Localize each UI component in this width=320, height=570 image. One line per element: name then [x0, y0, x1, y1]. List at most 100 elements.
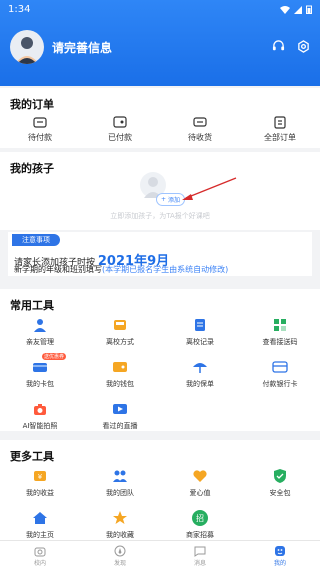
orders-row: 待付款 已付款 待收货 全部订单	[0, 115, 320, 143]
plus-icon: +	[161, 196, 167, 203]
tool-label: 亲友管理	[26, 338, 54, 346]
notice-line-2-note: (本学期已报名学生由系统自动修改)	[102, 265, 229, 274]
tool-label: 付款银行卡	[262, 380, 298, 388]
tool-label: 安全包	[269, 489, 291, 497]
tool-income[interactable]: ¥ 我的收益	[0, 468, 80, 498]
tab-campus[interactable]: 校内	[0, 541, 80, 570]
truck-icon	[193, 117, 207, 127]
tool-safety-pack[interactable]: 安全包	[240, 468, 320, 498]
tab-mine[interactable]: 我的	[240, 541, 320, 570]
avatar-silhouette-icon	[15, 37, 39, 64]
tool-label: 我的主页	[26, 531, 54, 539]
add-kid-label: 添加	[168, 197, 181, 204]
tool-merchant-recruit[interactable]: 招 商家招募	[160, 510, 240, 540]
order-label: 全部订单	[264, 133, 296, 142]
tool-insurance[interactable]: 我的保单	[160, 359, 240, 389]
card-icon	[32, 359, 48, 375]
status-time: 1:34	[8, 4, 31, 15]
add-kid-tip: 立即添加孩子，为TA报个好课吧	[110, 212, 210, 220]
tool-team[interactable]: 我的团队	[80, 468, 160, 498]
coupon-badge: 送优惠券	[42, 353, 67, 360]
message-icon	[194, 546, 206, 557]
order-label: 已付款	[108, 133, 132, 142]
tool-label: 商家招募	[186, 531, 214, 539]
income-icon: ¥	[32, 468, 48, 484]
more-tools-title: 更多工具	[10, 450, 54, 463]
tool-label: AI智能拍照	[22, 422, 58, 430]
tool-label: 看过的直播	[102, 422, 138, 430]
order-label: 待付款	[28, 133, 52, 142]
tool-label: 我的钱包	[106, 380, 134, 388]
orders-title: 我的订单	[10, 98, 54, 111]
face-icon	[275, 545, 285, 556]
paid-icon	[113, 116, 127, 128]
tool-card-pack[interactable]: 送优惠券 我的卡包	[0, 353, 80, 389]
settings-icon[interactable]	[297, 40, 310, 53]
star-icon	[112, 510, 128, 526]
common-tools-grid: 亲友管理 离校方式 离校记录 查看接送码 送优惠券 我的卡包 我的钱包 我的保单	[0, 317, 320, 431]
tool-label: 离校记录	[186, 338, 214, 346]
notice-line-2: 新学期的年级和班别填写(本学期已报名学生由系统自动修改)	[14, 264, 228, 275]
bus-icon	[112, 317, 128, 333]
kids-title: 我的孩子	[10, 162, 54, 175]
tool-label: 查看接送码	[262, 338, 298, 346]
common-tools-card: 常用工具 亲友管理 离校方式 离校记录 查看接送码 送优惠券 我的卡包 我的钱包	[0, 289, 320, 431]
clipboard-icon	[274, 116, 286, 129]
tool-ai-photo[interactable]: AI智能拍照	[0, 401, 80, 431]
tool-pickup-code[interactable]: 查看接送码	[240, 317, 320, 347]
common-tools-title: 常用工具	[10, 299, 54, 312]
orders-card: 我的订单 待付款 已付款 待收货 全部订单	[0, 88, 320, 148]
team-icon	[112, 468, 128, 484]
order-all[interactable]: 全部订单	[240, 115, 320, 143]
tool-watched-live[interactable]: 看过的直播	[80, 401, 160, 431]
tool-home-page[interactable]: 我的主页	[0, 510, 80, 540]
shield-icon	[272, 468, 288, 484]
record-icon	[192, 317, 208, 333]
tool-label: 爱心值	[189, 489, 211, 497]
more-tools-grid: ¥ 我的收益 我的团队 爱心值 安全包 我的主页 我的收藏 招 商家招募	[0, 468, 320, 540]
tab-messages[interactable]: 消息	[160, 541, 240, 570]
notice-line-2-prefix: 新学期的年级和班别填写	[14, 265, 102, 274]
battery-icon	[306, 5, 312, 14]
tool-love-points[interactable]: 爱心值	[160, 468, 240, 498]
notice-banner[interactable]: 注意事项 请家长添加孩子时按 2021年9月 新学期的年级和班别填写(本学期已报…	[8, 232, 312, 276]
status-icons	[280, 5, 312, 14]
live-icon	[112, 401, 128, 417]
user-manage-icon	[32, 317, 48, 333]
recruit-glyph: 招	[196, 513, 204, 523]
tool-leave-method[interactable]: 离校方式	[80, 317, 160, 347]
notice-pill: 注意事项	[12, 234, 60, 246]
umbrella-icon	[192, 359, 208, 375]
tab-label: 校内	[33, 559, 46, 567]
tool-label: 我的保单	[186, 380, 214, 388]
tool-family-manage[interactable]: 亲友管理	[0, 317, 80, 347]
recruit-icon: 招	[192, 510, 208, 526]
order-pending-payment[interactable]: 待付款	[0, 115, 80, 143]
tool-bank-card[interactable]: 付款银行卡	[240, 359, 320, 389]
arrow-icon	[182, 177, 237, 200]
qrcode-icon	[272, 317, 288, 333]
camera-icon	[34, 547, 46, 556]
tab-label: 我的	[273, 559, 286, 567]
tool-label: 我的收藏	[106, 531, 134, 539]
order-paid[interactable]: 已付款	[80, 115, 160, 143]
tool-leave-record[interactable]: 离校记录	[160, 317, 240, 347]
wallet-icon	[112, 359, 128, 375]
avatar[interactable]	[10, 30, 44, 64]
profile-block[interactable]: 请完善信息	[10, 30, 112, 64]
tool-label: 我的收益	[26, 489, 54, 497]
order-to-receive[interactable]: 待收货	[160, 115, 240, 143]
tab-label: 消息	[193, 559, 206, 567]
ai-camera-icon	[32, 401, 48, 417]
tool-wallet[interactable]: 我的钱包	[80, 359, 160, 389]
more-tools-card: 更多工具 ¥ 我的收益 我的团队 爱心值 安全包 我的主页 我的收藏 招 商家招…	[0, 440, 320, 540]
compass-icon	[114, 545, 126, 556]
tab-discover[interactable]: 发现	[80, 541, 160, 570]
tool-favorites[interactable]: 我的收藏	[80, 510, 160, 540]
header-actions	[272, 40, 310, 53]
status-bar: 1:34	[0, 0, 320, 20]
profile-name[interactable]: 请完善信息	[52, 39, 112, 56]
svg-text:¥: ¥	[38, 473, 43, 481]
headset-icon[interactable]	[272, 40, 285, 53]
signal-icon	[294, 5, 302, 14]
